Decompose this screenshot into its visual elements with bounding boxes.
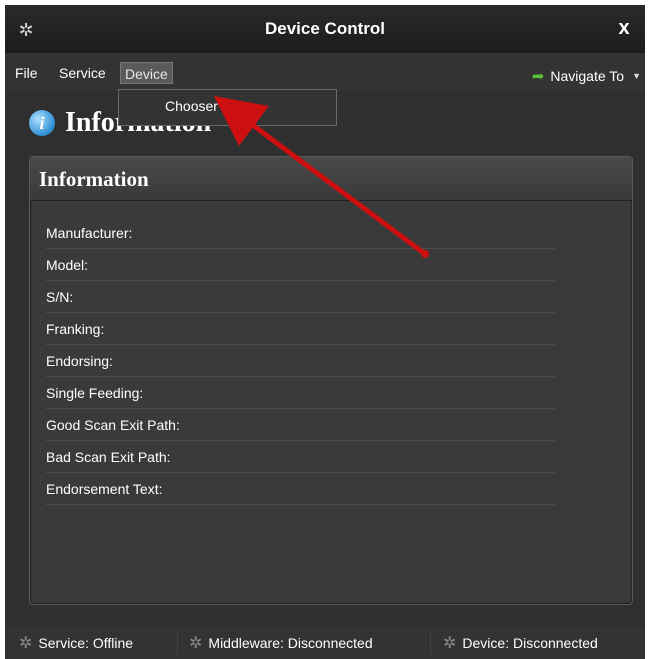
device-control-window: ✲ Device Control x File Service Device ➦…	[5, 5, 645, 659]
status-device-text: Device: Disconnected	[462, 635, 598, 651]
panel-title: Information	[39, 167, 149, 191]
status-middleware-text: Middleware: Disconnected	[208, 635, 373, 651]
menu-file[interactable]: File	[11, 62, 42, 84]
recycle-icon: ✲	[443, 635, 457, 652]
menu-bar: File Service Device ➦ Navigate To ▼	[5, 53, 645, 91]
field-row: Franking:	[46, 313, 555, 345]
close-button[interactable]: x	[613, 17, 635, 39]
field-row: Endorsement Text:	[46, 473, 555, 505]
recycle-icon: ✲	[189, 635, 203, 652]
menu-device[interactable]: Device	[120, 62, 173, 84]
caret-down-icon: ▼	[632, 71, 641, 81]
field-label: Manufacturer:	[46, 225, 133, 241]
status-device: ✲ Device: Disconnected	[443, 627, 598, 659]
field-label: Good Scan Exit Path:	[46, 417, 180, 433]
status-service: ✲ Service: Offline	[19, 627, 133, 659]
status-divider	[177, 631, 178, 655]
field-row: Manufacturer:	[46, 217, 555, 249]
field-row: Good Scan Exit Path:	[46, 409, 555, 441]
title-bar: ✲ Device Control x	[5, 5, 645, 54]
field-row: Model:	[46, 249, 555, 281]
field-row: S/N:	[46, 281, 555, 313]
status-middleware: ✲ Middleware: Disconnected	[189, 627, 373, 659]
field-row: Endorsing:	[46, 345, 555, 377]
field-label: Franking:	[46, 321, 105, 337]
window-title: Device Control	[265, 19, 385, 38]
navigate-to-label: Navigate To	[550, 68, 625, 84]
status-service-text: Service: Offline	[38, 635, 134, 651]
field-label: Single Feeding:	[46, 385, 144, 401]
field-label: Bad Scan Exit Path:	[46, 449, 171, 465]
navigate-to-button[interactable]: ➦ Navigate To ▼	[532, 67, 641, 85]
recycle-icon: ✲	[19, 635, 33, 652]
info-icon: i	[29, 110, 55, 136]
menu-item-chooser[interactable]: Chooser	[119, 90, 264, 123]
field-row: Bad Scan Exit Path:	[46, 441, 555, 473]
green-arrow-icon: ➦	[531, 68, 545, 85]
device-dropdown-menu: Chooser	[118, 89, 337, 126]
field-label: Model:	[46, 257, 89, 273]
field-label: Endorsement Text:	[46, 481, 163, 497]
field-label: Endorsing:	[46, 353, 113, 369]
field-label: S/N:	[46, 289, 74, 305]
status-bar: ✲ Service: Offline ✲ Middleware: Disconn…	[5, 627, 645, 659]
information-panel: Information Manufacturer: Model: S/N: Fr…	[29, 156, 633, 605]
panel-header: Information	[30, 157, 632, 201]
field-row: Single Feeding:	[46, 377, 555, 409]
menu-service[interactable]: Service	[55, 62, 110, 84]
status-divider	[430, 631, 431, 655]
